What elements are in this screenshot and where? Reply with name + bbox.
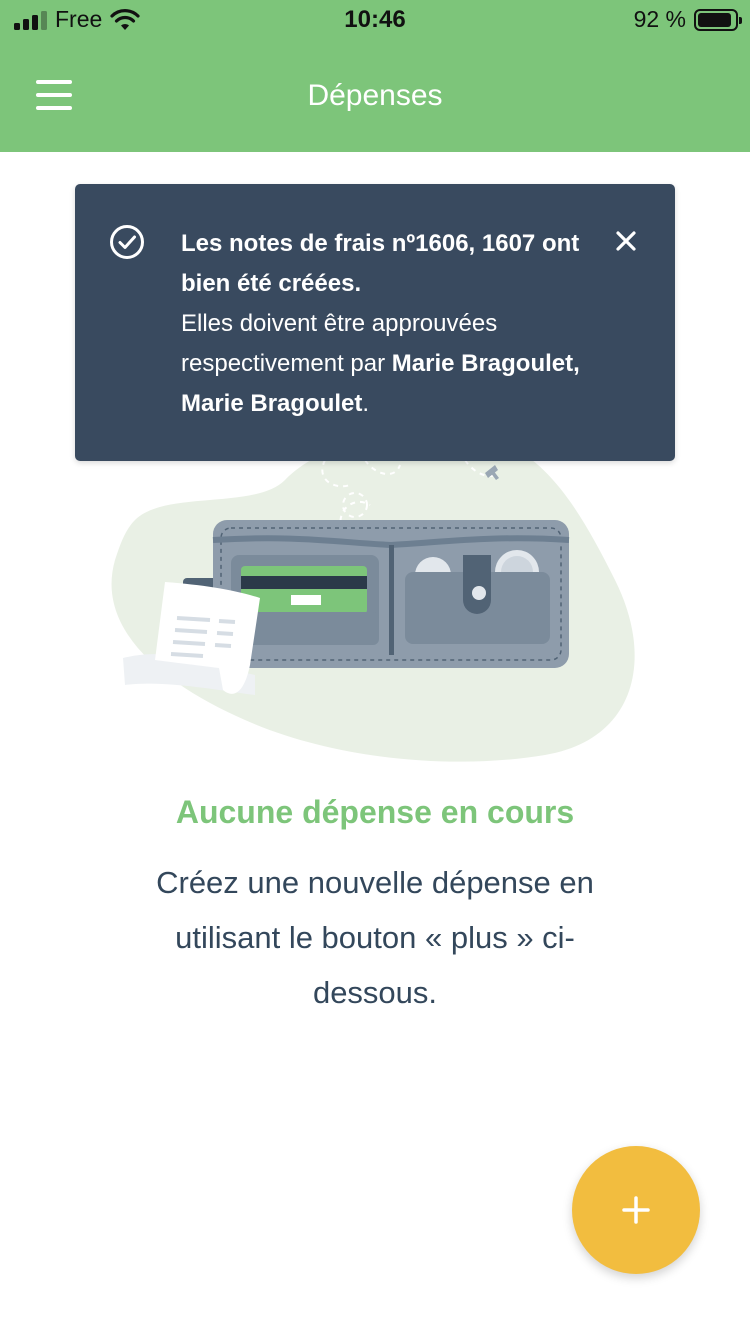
battery-icon xyxy=(694,8,742,31)
status-right: 92 % xyxy=(633,6,742,33)
battery-nub xyxy=(739,16,742,24)
toast-message: Les notes de frais nº1606, 1607 ont bien… xyxy=(181,224,581,424)
page-title: Dépenses xyxy=(307,79,443,112)
plus-icon xyxy=(622,1196,650,1224)
app-bar: Dépenses xyxy=(0,40,750,152)
close-icon[interactable] xyxy=(615,230,637,252)
battery-fill xyxy=(698,12,732,27)
battery-percentage: 92 % xyxy=(633,6,686,32)
clasp xyxy=(463,555,491,614)
empty-state-description: Créez une nouvelle dépense en utilisant … xyxy=(156,865,594,1010)
status-bar: Free 10:46 92 % xyxy=(0,0,750,40)
empty-state-title: Aucune dépense en cours xyxy=(175,794,575,830)
toast-body-end: . xyxy=(362,390,370,417)
success-toast: Les notes de frais nº1606, 1607 ont bien… xyxy=(75,184,675,461)
add-expense-button[interactable] xyxy=(572,1146,700,1274)
credit-card xyxy=(241,566,367,614)
check-circle-icon xyxy=(110,225,144,259)
toast-headline: Les notes de frais nº1606, 1607 ont bien… xyxy=(181,230,580,297)
